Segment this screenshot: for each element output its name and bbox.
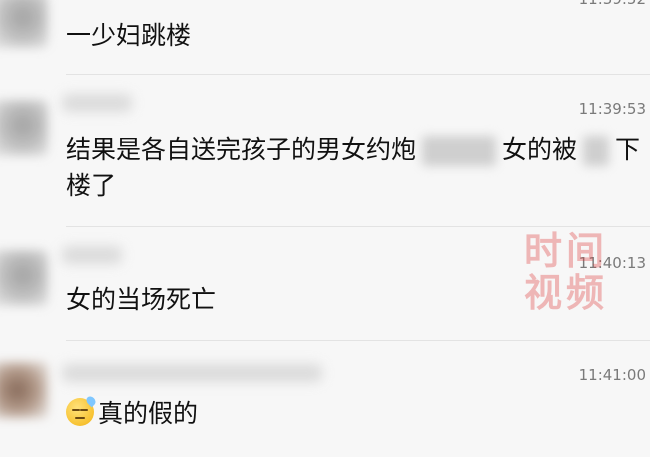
sender-name xyxy=(62,364,322,382)
message-text: 一少妇跳楼 xyxy=(66,21,192,50)
message-text-part2: 女的被 xyxy=(502,135,578,164)
watermark-line2: 视频 xyxy=(523,271,608,315)
chat-window: 11:39:52 一少妇跳楼 11:39:53 结果是各自送完孩子的男女约炮女的… xyxy=(0,0,650,457)
message-time: 11:39:53 xyxy=(578,100,646,118)
avatar[interactable] xyxy=(0,250,48,306)
sender-name xyxy=(62,246,122,264)
avatar[interactable] xyxy=(0,362,48,418)
watermark-line1: 时间 xyxy=(523,229,608,273)
censored-blur xyxy=(583,136,610,166)
divider xyxy=(66,226,650,227)
avatar[interactable] xyxy=(0,0,48,48)
message-text-line2: 楼了 xyxy=(66,171,117,200)
sender-name xyxy=(62,94,132,112)
message-text-part3: 下 xyxy=(615,135,641,164)
cold-sweat-emoji-icon xyxy=(66,394,98,426)
message-time: 11:41:00 xyxy=(578,366,646,384)
message-text: 结果是各自送完孩子的男女约炮 女的被 下 xyxy=(66,132,640,168)
watermark-logo: 时间 视频 xyxy=(516,230,616,314)
message-time: 11:39:52 xyxy=(579,0,646,8)
message-text-part1: 结果是各自送完孩子的男女约炮 xyxy=(66,135,417,164)
avatar[interactable] xyxy=(0,100,48,156)
message-text: 真的假的 xyxy=(66,394,199,432)
message-text-body: 真的假的 xyxy=(98,399,199,428)
message-text: 女的当场死亡 xyxy=(66,285,217,314)
divider xyxy=(66,340,650,341)
censored-blur xyxy=(422,136,497,166)
divider xyxy=(66,74,650,75)
